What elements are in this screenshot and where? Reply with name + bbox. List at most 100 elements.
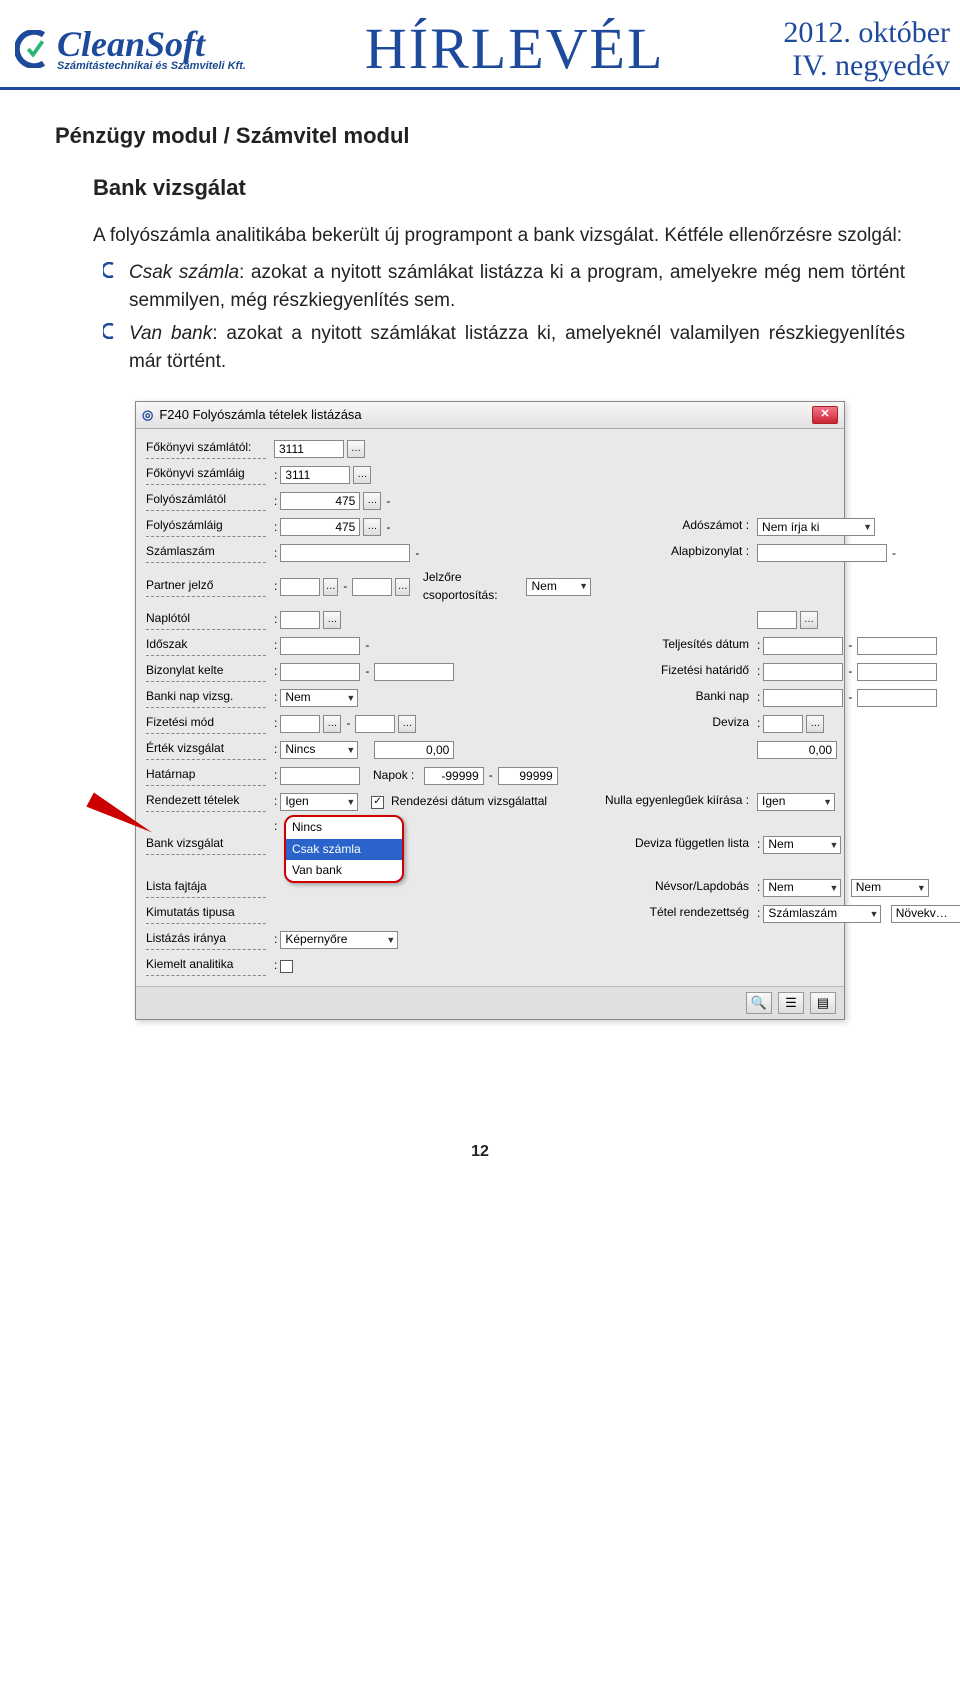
label-kimutatas-tipus: Kimutatás tipusa	[146, 904, 266, 924]
toolbar-button-3[interactable]: ▤	[810, 992, 836, 1014]
brand-logo-icon	[15, 30, 53, 68]
dropdown-nevsor-b[interactable]: Nem▼	[851, 879, 929, 897]
input-deviza[interactable]	[763, 715, 803, 733]
dropdown-option-van-bank[interactable]: Van bank	[286, 860, 402, 881]
lookup-button[interactable]: …	[800, 611, 818, 629]
input-naplotol-2[interactable]	[757, 611, 797, 629]
dropdown-option-csak-szamla[interactable]: Csak számla	[286, 839, 402, 860]
dropdown-tetel-rend-b[interactable]: Növekv…	[891, 905, 960, 923]
window-close-button[interactable]: ✕	[812, 406, 838, 424]
section-heading: Pénzügy modul / Számvitel modul	[55, 120, 905, 152]
dropdown-option-nincs[interactable]: Nincs	[286, 817, 402, 838]
label-hatarnap: Határnap	[146, 766, 266, 786]
bullet-icon	[103, 320, 121, 346]
lookup-button[interactable]: …	[363, 518, 381, 536]
input-napok-ig[interactable]	[498, 767, 558, 785]
label-tetel-rend: Tétel rendezettség	[599, 904, 749, 924]
newsletter-title: HÍRLEVÉL	[246, 15, 783, 82]
sub-heading: Bank vizsgálat	[93, 172, 905, 204]
label-banki-nap-vizsg: Banki nap vizsg.	[146, 688, 266, 708]
dropdown-nulla-egyenleg[interactable]: Igen▼	[757, 793, 835, 811]
dropdown-banki-vizsg[interactable]: Nem▼	[280, 689, 358, 707]
input-hatarnap[interactable]	[280, 767, 360, 785]
input-ertek-b[interactable]	[757, 741, 837, 759]
app-icon: ◎	[142, 406, 153, 425]
document-content: Pénzügy modul / Számvitel modul Bank viz…	[0, 90, 960, 1203]
lookup-button[interactable]: …	[353, 466, 371, 484]
label-teljesites: Teljesítés dátum	[599, 636, 749, 656]
label-ertek-vizsgalat: Érték vizsgálat	[146, 740, 266, 760]
label-deviza-fuggetlen: Deviza független lista	[599, 835, 749, 855]
embedded-window: ◎ F240 Folyószámla tételek listázása ✕ F…	[135, 401, 845, 1021]
brand-name: CleanSoft	[57, 26, 246, 62]
input-banki-nap-2[interactable]	[857, 689, 937, 707]
input-teljesites-2[interactable]	[857, 637, 937, 655]
brand-logo-block: CleanSoft Számítástechnikai és Számvitel…	[15, 26, 246, 72]
input-fizhat-2[interactable]	[857, 663, 937, 681]
input-banki-nap-1[interactable]	[763, 689, 843, 707]
input-fizmod-1[interactable]	[280, 715, 320, 733]
label-napok: Napok :	[373, 767, 414, 784]
newsletter-header: CleanSoft Számítástechnikai és Számvitel…	[0, 0, 960, 90]
input-folyoszamlatol[interactable]	[280, 492, 360, 510]
label-bizonylat-kelte: Bizonylat kelte	[146, 662, 266, 682]
checkbox-rendezesi-datum[interactable]: ✓	[371, 796, 384, 809]
bullet-body-2: Van bank: azokat a nyitott számlákat lis…	[129, 320, 905, 375]
dropdown-bank-vizsgalat-open[interactable]: Nincs Csak számla Van bank	[284, 815, 404, 883]
input-napok-tol[interactable]	[424, 767, 484, 785]
input-idoszak[interactable]	[280, 637, 360, 655]
input-folyoszamlaig[interactable]	[280, 518, 360, 536]
label-kiemelt-analitika: Kiemelt analitika	[146, 956, 266, 976]
checkbox-kiemelt[interactable]	[280, 960, 293, 973]
label-jelzore-csoport: Jelzőre csoportosítás:	[423, 569, 517, 604]
label-partner-jelzo: Partner jelző	[146, 577, 266, 597]
lookup-button[interactable]: …	[347, 440, 365, 458]
toolbar-button-2[interactable]: ☰	[778, 992, 804, 1014]
bullet-body-1: Csak számla: azokat a nyitott számlákat …	[129, 259, 905, 314]
input-fokonyvi-szamlaig[interactable]	[280, 466, 350, 484]
input-bizkelte-1[interactable]	[280, 663, 360, 681]
issue-date: 2012. október IV. negyedév	[783, 16, 950, 82]
label-nevsor: Névsor/Lapdobás	[599, 878, 749, 898]
lookup-button[interactable]: …	[323, 611, 341, 629]
input-fokonyvi-szamlatol[interactable]	[274, 440, 344, 458]
input-partner-jelzo-2[interactable]	[352, 578, 392, 596]
label-fokonyvi-szamlaig: Főkönyvi számláig	[146, 465, 266, 485]
input-fizmod-2[interactable]	[355, 715, 395, 733]
input-szamlaszam[interactable]	[280, 544, 410, 562]
input-alapbizonylat[interactable]	[757, 544, 887, 562]
input-naplotol[interactable]	[280, 611, 320, 629]
date-line-2: IV. negyedév	[783, 49, 950, 82]
dropdown-adoszamot[interactable]: Nem írja ki▼	[757, 518, 875, 536]
dropdown-ertek[interactable]: Nincs▼	[280, 741, 358, 759]
input-fizhat-1[interactable]	[763, 663, 843, 681]
input-teljesites-1[interactable]	[763, 637, 843, 655]
dropdown-nevsor-a[interactable]: Nem▼	[763, 879, 841, 897]
label-fizetesi-mod: Fizetési mód	[146, 714, 266, 734]
lookup-button[interactable]: …	[323, 578, 338, 596]
dropdown-jelzore[interactable]: Nem▼	[526, 578, 591, 596]
window-title: F240 Folyószámla tételek listázása	[159, 406, 361, 425]
label-idoszak: Időszak	[146, 636, 266, 656]
dropdown-deviza-fuggetlen[interactable]: Nem▼	[763, 836, 841, 854]
lookup-button[interactable]: …	[806, 715, 824, 733]
input-bizkelte-2[interactable]	[374, 663, 454, 681]
lookup-button[interactable]: …	[323, 715, 341, 733]
label-naplotol: Naplótól	[146, 610, 266, 630]
bullet-item-2: Van bank: azokat a nyitott számlákat lis…	[103, 320, 905, 375]
dropdown-listazas-iranya[interactable]: Képernyőre▼	[280, 931, 398, 949]
label-listazas-iranya: Listázás iránya	[146, 930, 266, 950]
label-lista-fajtaja: Lista fajtája	[146, 878, 266, 898]
dropdown-tetel-rend-a[interactable]: Számlaszám▼	[763, 905, 881, 923]
label-rendezesi-datum: Rendezési dátum vizsgálattal	[391, 793, 547, 810]
dropdown-rendezett[interactable]: Igen▼	[280, 793, 358, 811]
input-ertek-a[interactable]	[374, 741, 454, 759]
lookup-button[interactable]: …	[398, 715, 416, 733]
input-partner-jelzo-1[interactable]	[280, 578, 320, 596]
toolbar-button-1[interactable]: 🔍	[746, 992, 772, 1014]
label-bank-vizsgalat: Bank vizsgálat	[146, 835, 266, 855]
lookup-button[interactable]: …	[363, 492, 381, 510]
bullet-item-1: Csak számla: azokat a nyitott számlákat …	[103, 259, 905, 314]
lookup-button[interactable]: …	[395, 578, 410, 596]
label-nulla-egyenleg: Nulla egyenlegűek kiírása :	[599, 792, 749, 812]
